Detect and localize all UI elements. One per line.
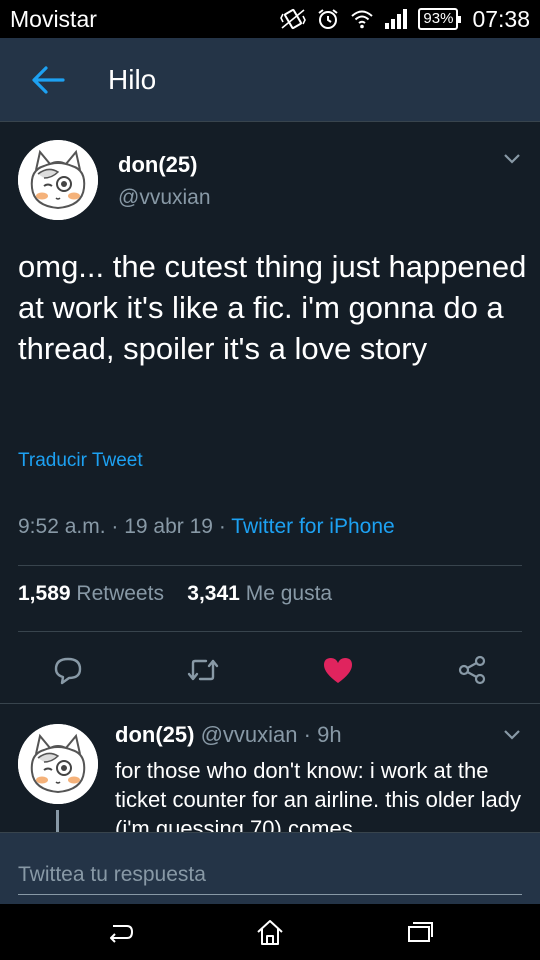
retweet-count: 1,589: [18, 582, 71, 605]
status-icons: 93% 07:38: [280, 6, 530, 33]
like-button[interactable]: [318, 650, 358, 690]
tweet-time: 9:52 a.m.: [18, 515, 106, 538]
translate-tweet-link[interactable]: Traducir Tweet: [18, 450, 143, 472]
arrow-left-icon: [32, 65, 65, 94]
thread-line: [56, 810, 59, 832]
signal-icon: [384, 9, 408, 29]
tweet-actions: [0, 640, 540, 700]
system-recents-button[interactable]: [400, 916, 440, 948]
back-button[interactable]: [0, 38, 96, 122]
share-button[interactable]: [452, 650, 492, 690]
status-bar: Movistar 93% 07:38: [0, 0, 540, 38]
recents-icon: [408, 922, 433, 942]
system-nav-bar: [0, 904, 540, 960]
page-title: Hilo: [108, 63, 157, 95]
reply-author-handle: @vvuxian: [200, 722, 298, 747]
tweet-options-button[interactable]: [502, 152, 522, 171]
reply-icon: [54, 657, 82, 685]
likes-stat[interactable]: 3,341 Me gusta: [187, 582, 332, 605]
home-icon: [257, 920, 283, 945]
retweets-stat[interactable]: 1,589 Retweets: [18, 582, 164, 605]
divider: [18, 565, 522, 566]
back-icon: [110, 925, 133, 943]
tweet-date: 19 abr 19: [124, 515, 213, 538]
chevron-down-icon: [504, 730, 520, 740]
status-time: 07:38: [472, 5, 530, 32]
tweet-stats: 1,589 Retweets 3,341 Me gusta: [18, 582, 332, 606]
reply-text: for those who don't know: i work at the …: [115, 758, 521, 832]
reply-author-name[interactable]: don(25): [115, 722, 194, 747]
reply-button[interactable]: [48, 650, 88, 690]
system-back-button[interactable]: [100, 916, 140, 948]
tweet-author: don(25) @vvuxian: [0, 122, 540, 230]
wifi-icon: [350, 9, 374, 29]
heart-icon: [324, 658, 352, 683]
avatar[interactable]: [18, 724, 98, 804]
chevron-down-icon: [504, 154, 520, 164]
author-handle[interactable]: @vvuxian: [118, 186, 211, 210]
main-tweet: don(25) @vvuxian: [0, 122, 540, 230]
tweet-text: omg... the cutest thing just happened at…: [18, 249, 527, 366]
alarm-icon: [316, 7, 340, 31]
cat-avatar-icon: [18, 140, 98, 220]
reply-tweet[interactable]: don(25) @vvuxian · 9h for those who don'…: [0, 704, 540, 832]
battery-indicator: 93%: [418, 8, 462, 30]
like-label: Me gusta: [245, 582, 333, 605]
retweet-button[interactable]: [183, 650, 223, 690]
system-home-button[interactable]: [250, 916, 290, 948]
reply-age: 9h: [317, 722, 342, 747]
cat-avatar-icon: [18, 724, 98, 804]
share-icon: [458, 655, 486, 685]
avatar[interactable]: [18, 140, 98, 220]
divider: [18, 631, 522, 632]
retweet-label: Retweets: [76, 582, 164, 605]
like-count: 3,341: [187, 582, 240, 605]
thread-header: Hilo: [0, 38, 540, 122]
tweet-meta: 9:52 a.m. · 19 abr 19 · Twitter for iPho…: [18, 515, 395, 538]
reply-input[interactable]: [18, 855, 522, 895]
vibrate-icon: [280, 8, 307, 30]
author-name[interactable]: don(25): [118, 152, 197, 178]
retweet-icon: [187, 659, 219, 681]
compose-bar: [0, 832, 540, 904]
reply-options-button[interactable]: [502, 728, 522, 747]
carrier-name: Movistar: [10, 5, 97, 32]
tweet-client-link[interactable]: Twitter for iPhone: [231, 515, 394, 538]
reply-header: don(25) @vvuxian · 9h: [115, 722, 342, 747]
